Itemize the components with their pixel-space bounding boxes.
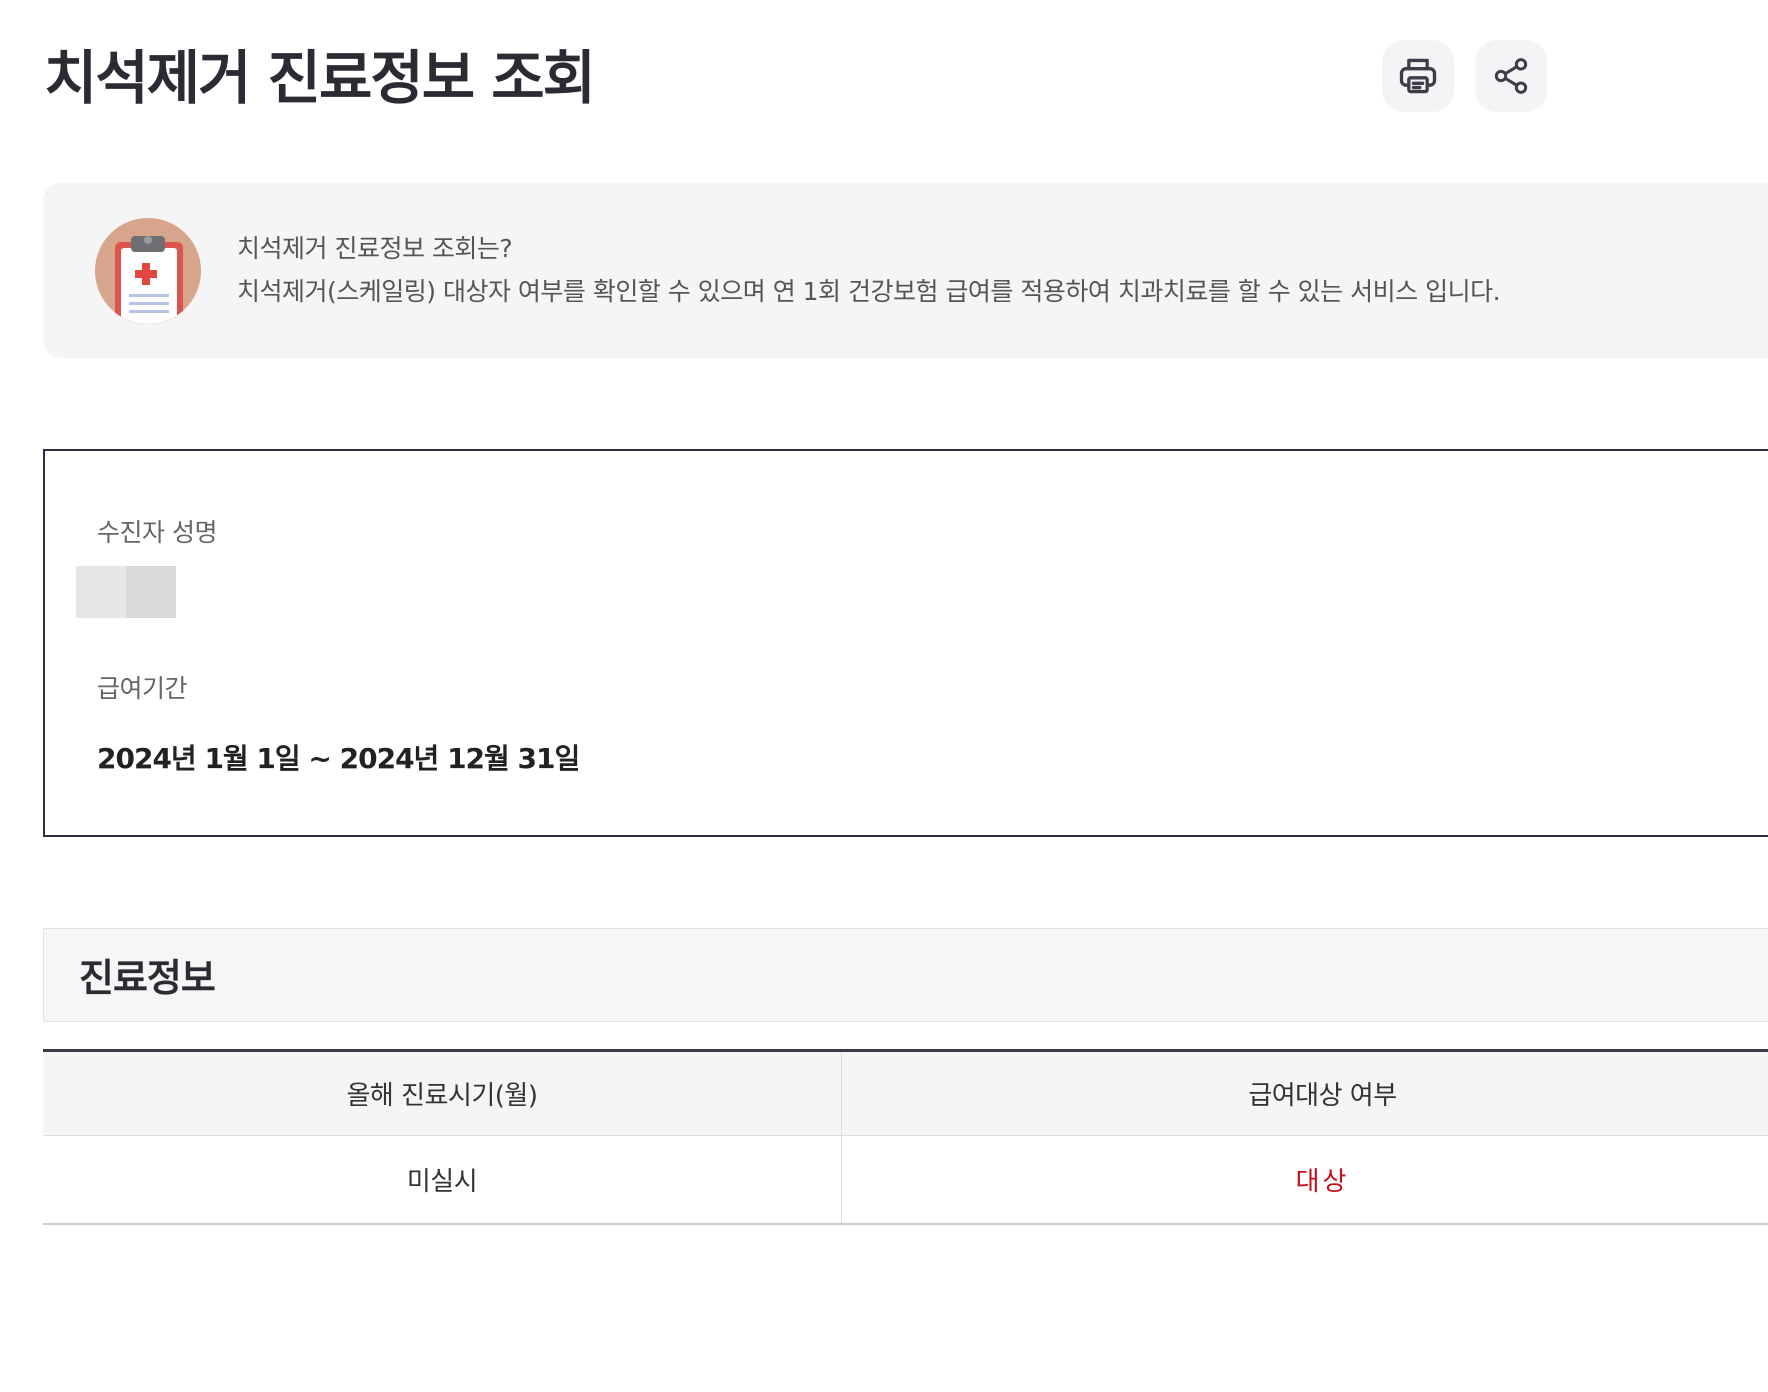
clipboard-medical-icon	[95, 218, 201, 324]
share-button[interactable]	[1475, 40, 1547, 112]
patient-info-box: 수진자 성명 급여기간 2024년 1월 1일 ~ 2024년 12월 31일	[43, 449, 1768, 837]
benefit-period-value: 2024년 1월 1일 ~ 2024년 12월 31일	[97, 742, 580, 775]
benefit-period-label: 급여기간	[97, 674, 188, 703]
intro-description: 치석제거(스케일링) 대상자 여부를 확인할 수 있으며 연 1회 건강보험 급…	[237, 277, 1501, 306]
treatment-section-title: 진료정보	[79, 956, 216, 1000]
patient-name-label: 수진자 성명	[97, 518, 217, 547]
treatment-table: 올해 진료시기(월) 급여대상 여부 미실시 대상	[43, 1049, 1768, 1225]
share-icon	[1494, 58, 1528, 94]
treatment-section-header: 진료정보	[43, 928, 1768, 1022]
treatment-month-cell: 미실시	[43, 1135, 842, 1225]
benefit-eligibility-cell: 대상	[841, 1135, 1768, 1225]
patient-name-masked-value	[76, 566, 176, 618]
page-title: 치석제거 진료정보 조회	[44, 44, 596, 112]
print-button[interactable]	[1382, 40, 1454, 112]
table-header-row: 올해 진료시기(월) 급여대상 여부	[43, 1050, 1768, 1136]
table-row: 미실시 대상	[43, 1135, 1768, 1225]
service-intro-box: 치석제거 진료정보 조회는? 치석제거(스케일링) 대상자 여부를 확인할 수 …	[43, 183, 1768, 358]
intro-title: 치석제거 진료정보 조회는?	[237, 234, 513, 263]
printer-icon	[1399, 58, 1437, 94]
column-header-treatment-month: 올해 진료시기(월)	[43, 1050, 842, 1136]
column-header-benefit-eligibility: 급여대상 여부	[841, 1050, 1768, 1136]
